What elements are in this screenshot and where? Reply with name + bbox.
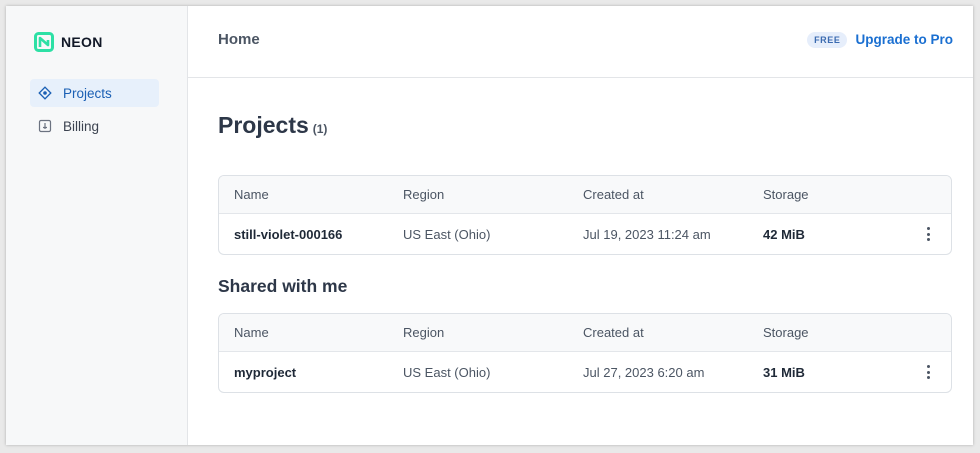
projects-table: Name Region Created at Storage still-vio… (218, 175, 952, 255)
column-header-created[interactable]: Created at (583, 325, 763, 340)
projects-count: (1) (312, 122, 328, 136)
project-storage: 42 MiB (763, 226, 805, 242)
column-header-storage[interactable]: Storage (763, 325, 903, 340)
project-created: Jul 19, 2023 11:24 am (583, 226, 711, 242)
neon-logo-icon (34, 32, 54, 52)
upgrade-to-pro-link[interactable]: Upgrade to Pro (855, 32, 953, 47)
sidebar-item-label: Billing (63, 118, 100, 134)
page-title: Projects (1) (218, 112, 952, 139)
table-row[interactable]: myproject US East (Ohio) Jul 27, 2023 6:… (219, 352, 951, 392)
project-storage: 31 MiB (763, 364, 805, 380)
row-menu-icon[interactable] (923, 363, 933, 381)
sidebar-item-label: Projects (63, 85, 112, 101)
projects-icon (38, 86, 52, 100)
column-header-region[interactable]: Region (403, 325, 583, 340)
table-header: Name Region Created at Storage (219, 176, 951, 214)
projects-section: Projects (1) Name Region Created at Stor… (188, 112, 973, 393)
sidebar-item-projects[interactable]: Projects (30, 79, 159, 107)
project-name[interactable]: myproject (219, 365, 403, 380)
table-header: Name Region Created at Storage (219, 314, 951, 352)
projects-heading: Projects (218, 112, 309, 138)
plan-area: FREE Upgrade to Pro (807, 31, 953, 48)
breadcrumb[interactable]: Home (218, 31, 260, 48)
shared-table: Name Region Created at Storage myproject… (218, 313, 952, 393)
column-header-name[interactable]: Name (219, 325, 403, 340)
project-region: US East (Ohio) (403, 226, 491, 242)
brand-logo[interactable]: NEON (34, 32, 103, 52)
plan-badge: FREE (807, 31, 848, 48)
sidebar-nav: Projects Billing (30, 79, 159, 145)
sidebar-item-billing[interactable]: Billing (30, 112, 159, 140)
project-name[interactable]: still-violet-000166 (219, 227, 403, 242)
main-content: Home FREE Upgrade to Pro Projects (1) Na… (188, 6, 973, 445)
project-created: Jul 27, 2023 6:20 am (583, 364, 705, 380)
row-menu-icon[interactable] (923, 225, 933, 243)
column-header-name[interactable]: Name (219, 187, 403, 202)
sidebar: NEON Projects Billing (6, 6, 188, 445)
app-window: NEON Projects Billing Home FREE Upgrade … (6, 6, 973, 445)
column-header-created[interactable]: Created at (583, 187, 763, 202)
brand-name: NEON (61, 34, 103, 50)
column-header-storage[interactable]: Storage (763, 187, 903, 202)
table-row[interactable]: still-violet-000166 US East (Ohio) Jul 1… (219, 214, 951, 254)
column-header-region[interactable]: Region (403, 187, 583, 202)
shared-heading: Shared with me (218, 276, 348, 296)
project-region: US East (Ohio) (403, 364, 491, 380)
billing-icon (38, 119, 52, 133)
top-bar: Home FREE Upgrade to Pro (188, 6, 973, 78)
